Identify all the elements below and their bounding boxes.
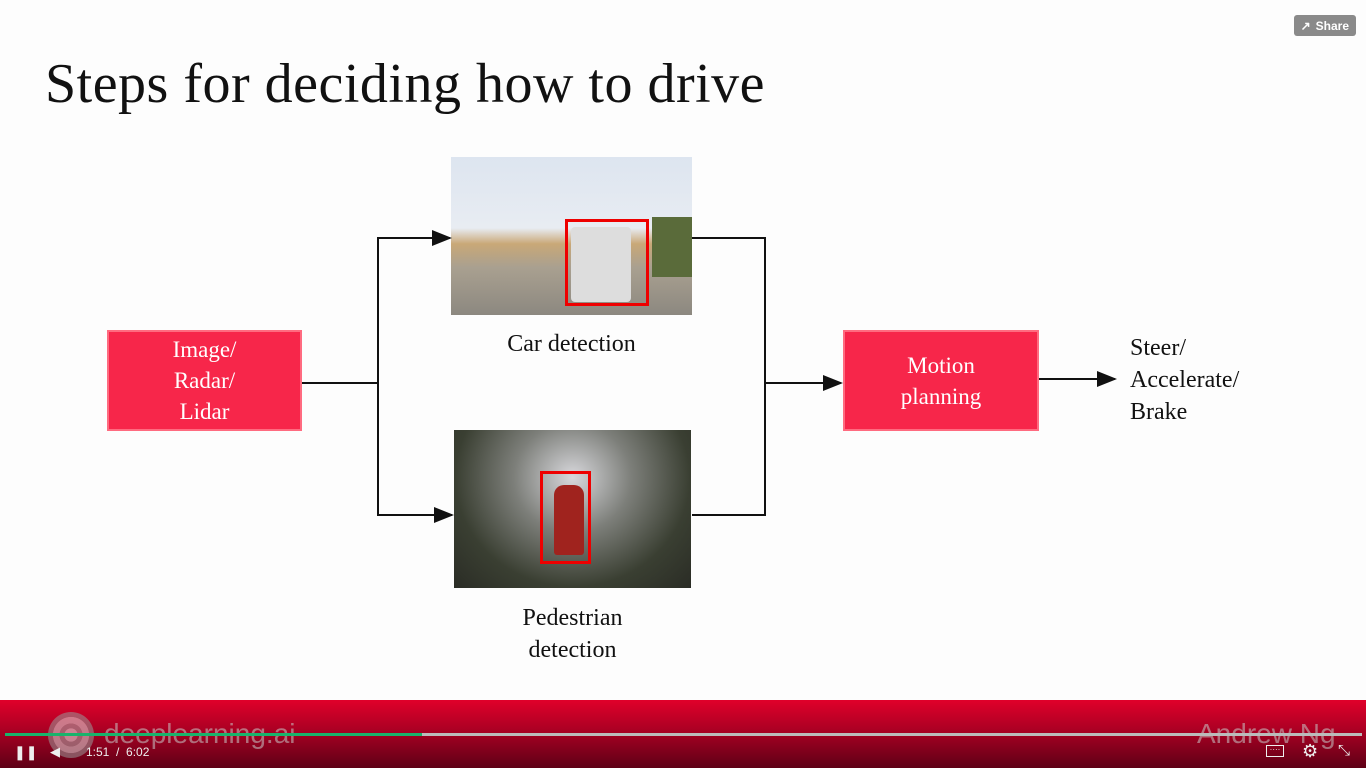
exit-fullscreen-button[interactable]: ⤡: [1338, 742, 1350, 759]
progress-bar[interactable]: [5, 733, 1362, 736]
progress-played: [5, 733, 422, 736]
time-display: 1:51 / 6:02: [86, 745, 150, 759]
flow-arrows: [302, 230, 1117, 523]
volume-button[interactable]: ◀: [50, 744, 60, 760]
slide: Steps for deciding how to drive ↗ Share I…: [0, 0, 1366, 700]
pause-button[interactable]: ❚❚: [14, 744, 37, 761]
settings-gear-icon[interactable]: ⚙: [1302, 741, 1318, 762]
captions-button[interactable]: ····: [1266, 745, 1284, 757]
